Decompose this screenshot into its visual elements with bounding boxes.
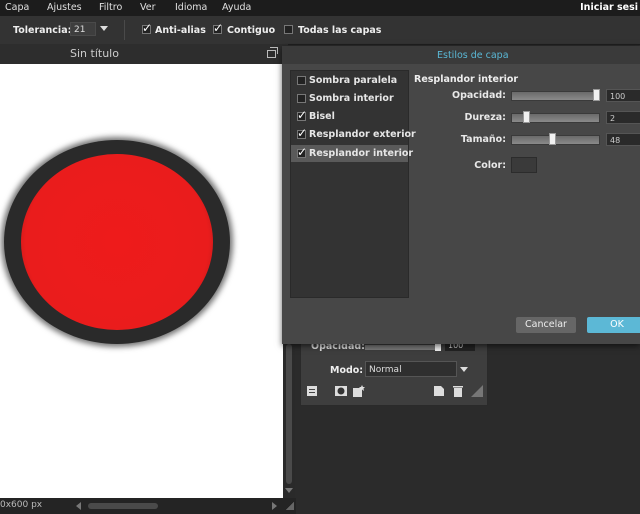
scroll-left-icon[interactable] xyxy=(76,502,81,510)
contiguous-label: Contiguo xyxy=(227,25,276,36)
style-item-inner-glow[interactable]: Resplandor interior xyxy=(291,145,413,162)
menu-capa[interactable]: Capa xyxy=(5,2,29,13)
size-slider-knob[interactable] xyxy=(549,133,556,145)
dialog-title-bar: Estilos de capa xyxy=(282,46,640,64)
bevel-checkbox[interactable] xyxy=(297,108,307,122)
style-list: Sombra paralela Sombra interior Bisel Re… xyxy=(290,70,416,298)
canvas-status-bar: 0x600 px xyxy=(0,498,296,514)
style-item-bevel[interactable]: Bisel xyxy=(291,108,408,125)
button-shape-fill xyxy=(21,154,213,330)
style-item-inner-shadow[interactable]: Sombra interior xyxy=(291,90,408,107)
all-layers-label: Todas las capas xyxy=(298,25,382,36)
menu-filtro[interactable]: Filtro xyxy=(99,2,122,13)
style-item-drop-shadow[interactable]: Sombra paralela xyxy=(291,72,408,89)
inner-glow-checkbox[interactable] xyxy=(297,145,307,159)
hardness-label: Dureza: xyxy=(464,112,506,123)
trash-icon[interactable] xyxy=(452,385,464,397)
tolerance-input[interactable]: 21 xyxy=(70,22,96,36)
cancel-button[interactable]: Cancelar xyxy=(516,317,576,333)
layer-mask-icon[interactable] xyxy=(335,385,347,397)
style-item-label: Resplandor exterior xyxy=(309,129,416,140)
sign-in-link[interactable]: Iniciar sesi xyxy=(580,2,638,13)
panel-resize-icon[interactable] xyxy=(471,385,483,397)
tolerance-label: Tolerancia: xyxy=(13,25,72,36)
document-title: Sin título xyxy=(70,47,119,60)
chevron-down-icon[interactable] xyxy=(460,367,468,372)
antialias-checkbox[interactable] xyxy=(142,21,152,35)
new-layer-icon[interactable] xyxy=(433,385,445,397)
image-size-readout: 0x600 px xyxy=(0,500,43,510)
tool-options-bar: Tolerancia: 21 Anti-alias Contiguo Todas… xyxy=(0,16,640,45)
menu-ayuda[interactable]: Ayuda xyxy=(222,2,251,13)
opacity-label: Opacidad: xyxy=(452,90,506,101)
blend-mode-select[interactable]: Normal xyxy=(365,361,457,377)
canvas-title-bar: Sin título xyxy=(0,44,288,64)
layer-effects-icon[interactable] xyxy=(353,385,365,397)
dialog-title: Estilos de capa xyxy=(437,50,509,61)
image-canvas[interactable] xyxy=(0,64,283,498)
style-item-label: Resplandor interior xyxy=(309,148,414,159)
outer-glow-checkbox[interactable] xyxy=(297,126,307,140)
toolbar-divider xyxy=(124,20,125,40)
opacity-value-input[interactable]: 100 xyxy=(606,89,640,102)
restore-window-icon[interactable] xyxy=(267,47,278,58)
opacity-slider[interactable] xyxy=(511,89,600,101)
hardness-value-input[interactable]: 2 xyxy=(606,111,640,124)
inner-shadow-checkbox[interactable] xyxy=(297,94,306,103)
style-item-label: Bisel xyxy=(309,111,335,122)
style-item-label: Sombra paralela xyxy=(309,75,398,86)
horizontal-scroll-thumb[interactable] xyxy=(88,503,158,509)
size-value-input[interactable]: 48 xyxy=(606,133,640,146)
menu-ajustes[interactable]: Ajustes xyxy=(47,2,82,13)
hardness-slider[interactable] xyxy=(511,111,600,123)
style-item-outer-glow[interactable]: Resplandor exterior xyxy=(291,126,416,143)
layer-opacity-slider[interactable] xyxy=(365,345,439,350)
size-label: Tamaño: xyxy=(460,134,506,145)
hardness-slider-knob[interactable] xyxy=(523,111,530,123)
glow-color-swatch[interactable] xyxy=(511,157,537,173)
opacity-slider-knob[interactable] xyxy=(593,89,600,101)
menu-ver[interactable]: Ver xyxy=(140,2,156,13)
all-layers-checkbox[interactable] xyxy=(284,25,293,34)
menu-bar: Capa Ajustes Filtro Ver Idioma Ayuda Ini… xyxy=(0,0,640,16)
resize-grip-icon[interactable] xyxy=(286,502,294,510)
ok-button[interactable]: OK xyxy=(587,317,640,333)
chevron-down-icon[interactable] xyxy=(100,26,108,31)
properties-title: Resplandor interior xyxy=(414,74,519,85)
size-slider[interactable] xyxy=(511,133,600,145)
layer-styles-dialog: Estilos de capa Sombra paralela Sombra i… xyxy=(282,46,640,344)
scroll-right-icon[interactable] xyxy=(272,502,277,510)
layer-settings-icon[interactable] xyxy=(306,385,318,397)
antialias-label: Anti-alias xyxy=(155,25,206,36)
color-label: Color: xyxy=(474,160,506,171)
menu-idioma[interactable]: Idioma xyxy=(175,2,207,13)
blend-mode-label: Modo: xyxy=(330,365,364,376)
drop-shadow-checkbox[interactable] xyxy=(297,76,306,85)
contiguous-checkbox[interactable] xyxy=(213,21,223,35)
button-shape-rim xyxy=(4,140,230,344)
vertical-scroll-thumb[interactable] xyxy=(286,344,292,484)
style-item-label: Sombra interior xyxy=(309,93,394,104)
scroll-down-icon[interactable] xyxy=(285,488,293,493)
